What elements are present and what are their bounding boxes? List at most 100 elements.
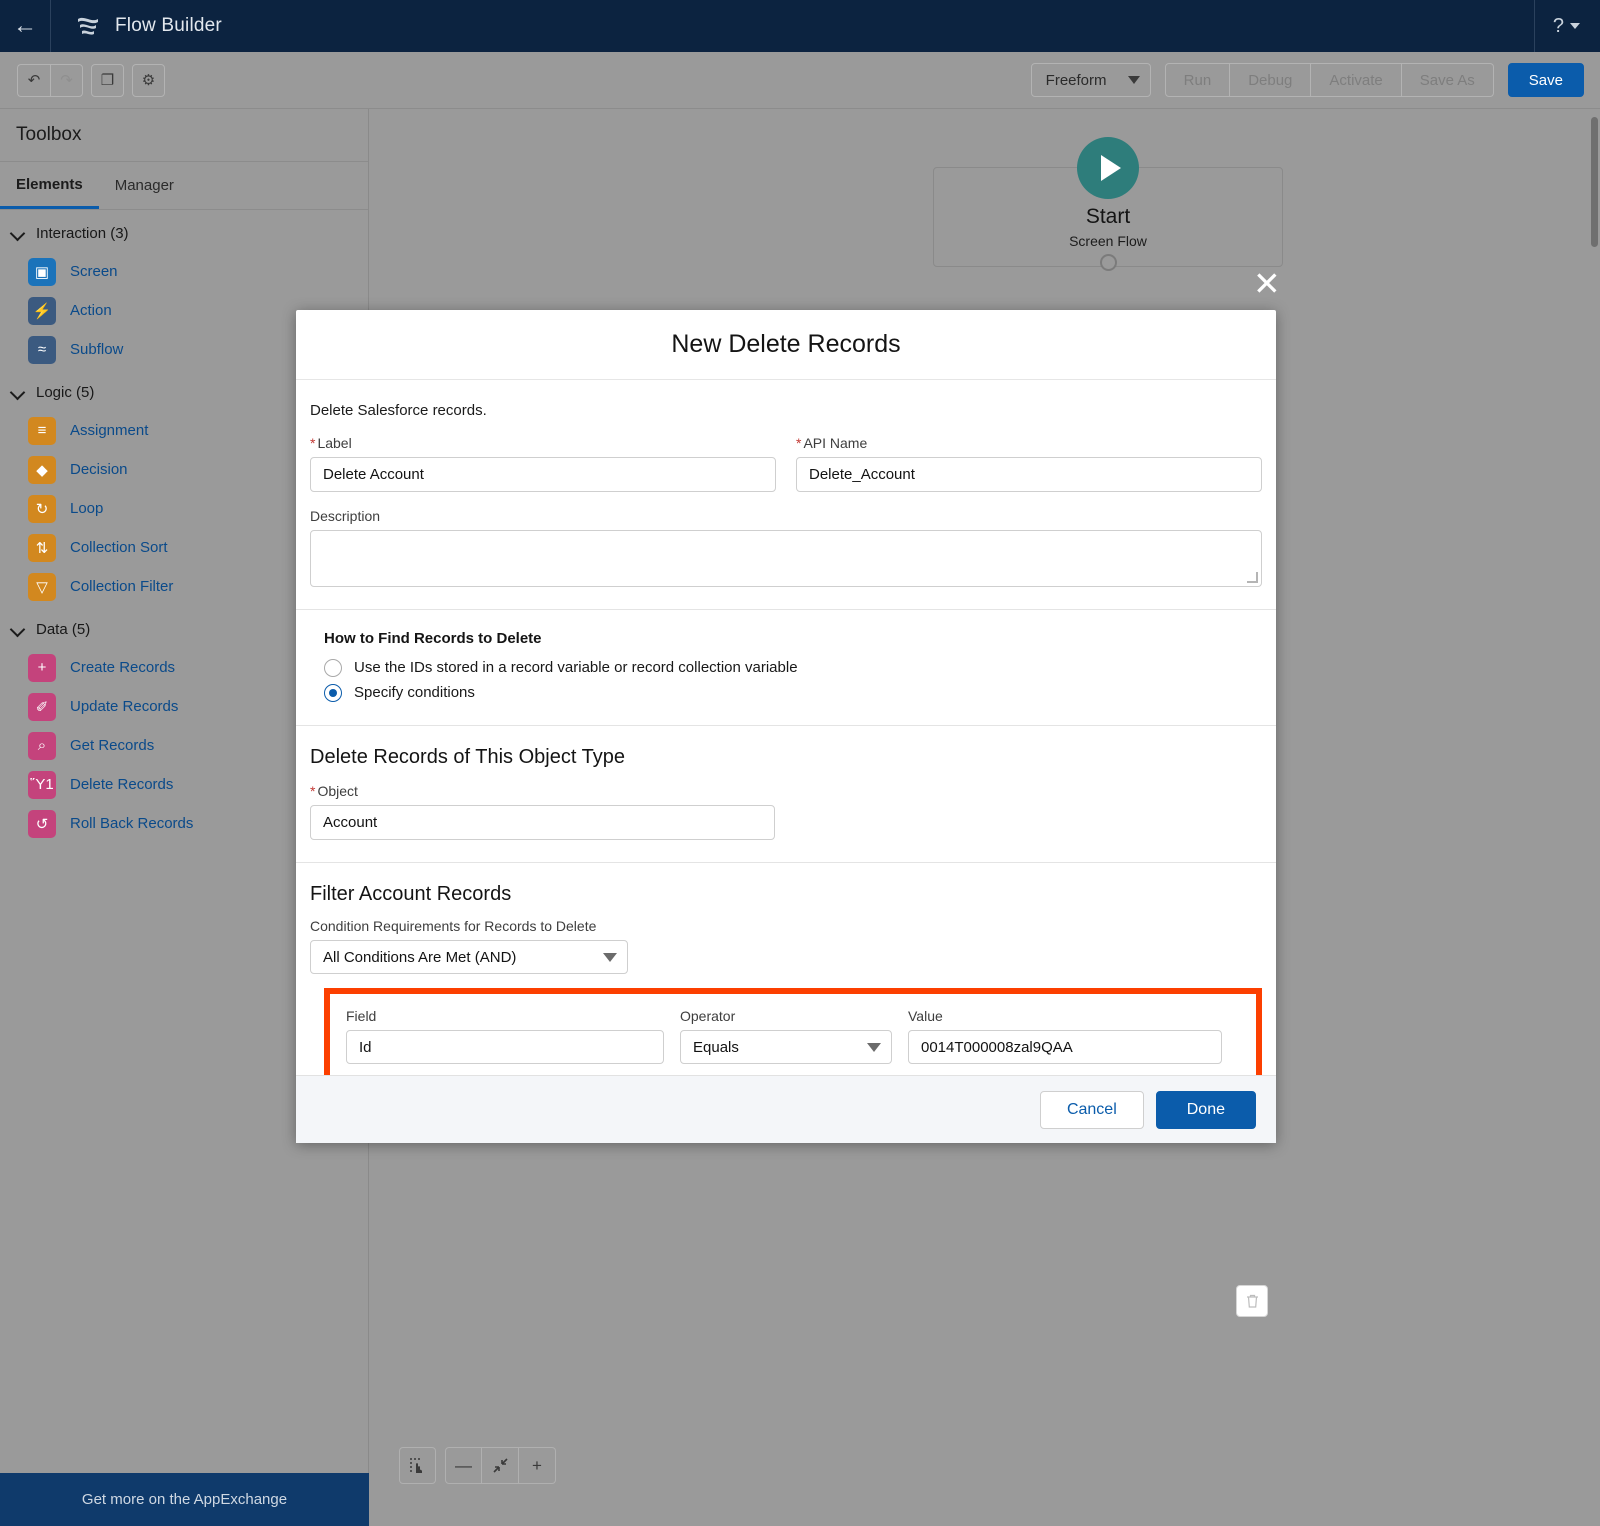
- delete-records-icon: Ὕ1: [28, 771, 56, 799]
- new-delete-records-modal: New Delete Records Delete Salesforce rec…: [296, 310, 1276, 1143]
- start-node-label: Start: [933, 205, 1283, 229]
- close-icon[interactable]: ✕: [1253, 269, 1287, 303]
- description-field-label: Description: [310, 508, 1262, 524]
- object-field-wrap: *Object Account: [296, 769, 776, 840]
- save-button[interactable]: Save: [1508, 63, 1584, 97]
- description-textarea[interactable]: [310, 530, 1262, 587]
- toolbox-tabs: Elements Manager: [0, 162, 368, 210]
- element-group-label: Interaction (3): [36, 225, 129, 242]
- modal-footer: Cancel Done: [296, 1075, 1276, 1143]
- tab-elements[interactable]: Elements: [0, 162, 99, 209]
- zoom-button-group: — +: [445, 1447, 556, 1484]
- label-input[interactable]: Delete Account: [310, 457, 776, 492]
- subflow-icon: ≈: [28, 336, 56, 364]
- roll-back-records-icon: ↺: [28, 810, 56, 838]
- question-mark-icon[interactable]: ?: [1535, 15, 1570, 38]
- connector-dot[interactable]: [1100, 254, 1117, 271]
- modal-title: New Delete Records: [296, 310, 1276, 380]
- condition-value-input[interactable]: 0014T000008zal9QAA: [908, 1030, 1222, 1064]
- chevron-down-icon: [10, 225, 26, 241]
- debug-button[interactable]: Debug: [1230, 63, 1311, 97]
- element-group-header[interactable]: Interaction (3): [0, 214, 368, 252]
- condition-value-header: Value: [908, 1008, 1222, 1024]
- tab-manager[interactable]: Manager: [99, 162, 190, 209]
- create-records-icon: +: [28, 654, 56, 682]
- collection-filter-icon: ▽: [28, 573, 56, 601]
- get-records-icon: ⌕: [28, 732, 56, 760]
- layout-select[interactable]: Freeform: [1031, 63, 1151, 97]
- app-title: Flow Builder: [115, 15, 222, 37]
- appexchange-link[interactable]: Get more on the AppExchange: [0, 1473, 369, 1526]
- chevron-down-icon: [603, 953, 617, 962]
- radio-label-ids: Use the IDs stored in a record variable …: [354, 659, 798, 676]
- plus-icon[interactable]: +: [519, 1447, 556, 1484]
- element-item-label: Roll Back Records: [70, 815, 193, 832]
- element-item-screen[interactable]: ▣Screen: [0, 252, 368, 291]
- element-item-label: Loop: [70, 500, 103, 517]
- api-name-input[interactable]: Delete_Account: [796, 457, 1262, 492]
- radio-option-conditions[interactable]: Specify conditions: [324, 680, 1262, 705]
- condition-operator-header: Operator: [680, 1008, 892, 1024]
- element-item-label: Action: [70, 302, 112, 319]
- assignment-icon: ≡: [28, 417, 56, 445]
- element-item-label: Subflow: [70, 341, 123, 358]
- chevron-down-icon: [10, 621, 26, 637]
- pan-hand-icon[interactable]: [399, 1447, 436, 1484]
- help-menu[interactable]: ?: [1534, 0, 1600, 52]
- how-to-find-records-section: How to Find Records to Delete Use the ID…: [296, 610, 1276, 725]
- api-name-field-wrap: *API Name Delete_Account: [796, 435, 1262, 492]
- activate-button[interactable]: Activate: [1311, 63, 1401, 97]
- description-field-wrap: Description: [296, 508, 1276, 587]
- element-item-label: Collection Sort: [70, 539, 168, 556]
- loop-icon: ↻: [28, 495, 56, 523]
- canvas-scrollbar[interactable]: [1591, 117, 1598, 247]
- label-field-label: *Label: [310, 435, 776, 451]
- radio-icon-conditions[interactable]: [324, 684, 342, 702]
- radio-label-conditions: Specify conditions: [354, 684, 475, 701]
- chevron-down-icon[interactable]: [1570, 23, 1580, 29]
- run-button[interactable]: Run: [1165, 63, 1231, 97]
- layout-select-value: Freeform: [1046, 72, 1107, 89]
- undo-icon[interactable]: ↶: [17, 64, 50, 97]
- condition-field-header: Field: [346, 1008, 664, 1024]
- radio-icon-ids[interactable]: [324, 659, 342, 677]
- element-item-label: Update Records: [70, 698, 178, 715]
- modal-description-text: Delete Salesforce records.: [296, 380, 1276, 419]
- undo-redo-group: ↶ ↷: [17, 64, 83, 97]
- fit-to-view-icon[interactable]: [482, 1447, 519, 1484]
- object-field-label: *Object: [310, 783, 762, 799]
- condition-requirements-select[interactable]: All Conditions Are Met (AND): [310, 940, 628, 974]
- label-field-wrap: *Label Delete Account: [310, 435, 776, 492]
- condition-operator-select[interactable]: Equals: [680, 1030, 892, 1064]
- condition-operator-value: Equals: [693, 1039, 739, 1056]
- back-icon[interactable]: ←: [0, 0, 50, 52]
- condition-field-wrap: Field Id: [346, 1008, 664, 1064]
- element-item-label: Decision: [70, 461, 128, 478]
- redo-icon[interactable]: ↷: [50, 64, 83, 97]
- cancel-button[interactable]: Cancel: [1040, 1091, 1144, 1129]
- condition-operator-wrap: Operator Equals: [680, 1008, 892, 1064]
- update-records-icon: ✐: [28, 693, 56, 721]
- condition-row-highlighted: Field Id Operator Equals Value 0014T0000…: [324, 988, 1262, 1088]
- condition-requirements-label: Condition Requirements for Records to De…: [310, 918, 1262, 934]
- trash-icon[interactable]: [1236, 1285, 1268, 1317]
- gear-icon[interactable]: ⚙: [132, 64, 165, 97]
- radio-option-ids[interactable]: Use the IDs stored in a record variable …: [324, 655, 1262, 680]
- header-divider: [50, 0, 51, 52]
- toolbar-left-group: ↶ ↷ ❐ ⚙: [17, 64, 165, 97]
- element-item-label: Collection Filter: [70, 578, 173, 595]
- done-button[interactable]: Done: [1156, 1091, 1256, 1129]
- zoom-controls: — +: [399, 1447, 556, 1484]
- collection-sort-icon: ⇅: [28, 534, 56, 562]
- action-icon: ⚡: [28, 297, 56, 325]
- play-icon[interactable]: [1077, 137, 1139, 199]
- minus-icon[interactable]: —: [445, 1447, 482, 1484]
- label-api-row: *Label Delete Account *API Name Delete_A…: [296, 435, 1276, 492]
- element-item-label: Assignment: [70, 422, 148, 439]
- object-input[interactable]: Account: [310, 805, 775, 840]
- copy-icon[interactable]: ❐: [91, 64, 124, 97]
- toolbox-title: Toolbox: [0, 109, 368, 162]
- condition-field-input[interactable]: Id: [346, 1030, 664, 1064]
- save-as-button[interactable]: Save As: [1402, 63, 1494, 97]
- chevron-down-icon: [10, 384, 26, 400]
